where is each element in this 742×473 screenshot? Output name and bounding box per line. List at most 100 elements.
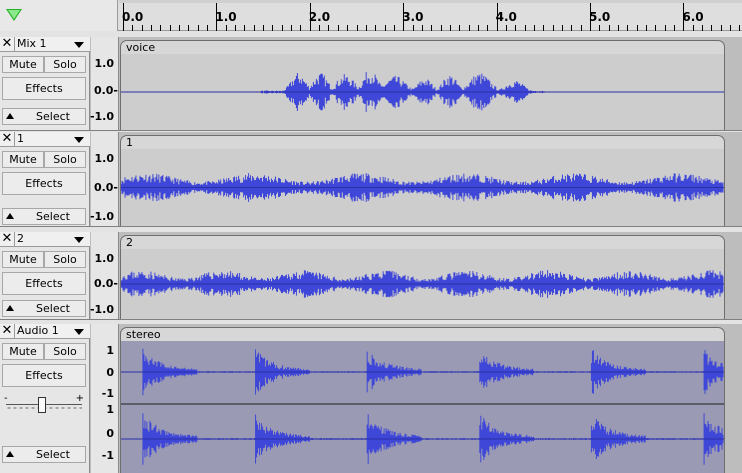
select-label: Select: [36, 448, 70, 461]
select-button[interactable]: Select: [2, 208, 86, 225]
ruler-tick: [561, 25, 563, 31]
collapse-icon[interactable]: [6, 305, 14, 311]
ruler-tick: [674, 25, 676, 31]
ruler-tick: [141, 25, 143, 31]
mute-button[interactable]: Mute: [2, 151, 44, 168]
track-name-label: 2: [17, 232, 24, 245]
ruler-tick: [505, 25, 507, 31]
track-right-gap: [725, 232, 742, 319]
ruler-tick: [730, 25, 732, 31]
waveform-display[interactable]: [120, 341, 725, 473]
close-track-icon[interactable]: ✕: [1, 232, 13, 246]
ruler-tick: [459, 25, 461, 31]
clip-area[interactable]: voice: [120, 37, 725, 130]
waveform-display[interactable]: [120, 149, 725, 226]
ruler-tick: [711, 25, 713, 31]
ruler-tick-label: 0.0: [122, 10, 144, 24]
clip-title-bar[interactable]: 1: [120, 135, 725, 149]
clip-area[interactable]: stereo: [120, 324, 725, 473]
solo-button[interactable]: Solo: [44, 151, 86, 168]
collapse-icon[interactable]: [6, 451, 14, 457]
waveform-display[interactable]: [120, 54, 725, 130]
track-right-gap: [725, 324, 742, 473]
waveform-display[interactable]: [120, 249, 725, 319]
track-2: ✕ 2 Mute Solo Effects Select 1.0 0.0- -1…: [0, 232, 742, 320]
pan-slider[interactable]: - +: [2, 393, 86, 414]
scale-bottom-label: -1.0: [89, 110, 114, 123]
ruler-tick: [515, 25, 517, 31]
close-track-icon[interactable]: ✕: [1, 37, 13, 51]
ruler-tick: [449, 25, 451, 31]
select-button[interactable]: Select: [2, 446, 86, 463]
vertical-scale: 1.0 0.0- -1.0: [89, 37, 119, 130]
select-button[interactable]: Select: [2, 300, 86, 317]
clip-title-bar[interactable]: voice: [120, 40, 725, 54]
track-name-menu[interactable]: Mix 1: [14, 37, 87, 51]
ruler-tick: [235, 25, 237, 31]
scale-bottom-label: -1.0: [89, 303, 114, 316]
vertical-scale: 1 0 -1 1 0 -1: [91, 324, 119, 473]
effects-button[interactable]: Effects: [2, 172, 86, 195]
mute-button[interactable]: Mute: [2, 343, 44, 360]
ruler-tick: [580, 25, 582, 31]
track-header: ✕ 1: [0, 132, 90, 147]
clip-name: 1: [126, 136, 133, 149]
ruler-tick: [618, 25, 620, 31]
ruler-tick-label: 5.0: [589, 10, 611, 24]
track-name-menu[interactable]: Audio 1: [14, 324, 87, 338]
collapse-icon[interactable]: [6, 213, 14, 219]
ruler-tick-label: 1.0: [215, 10, 237, 24]
track-name-menu[interactable]: 1: [14, 132, 87, 146]
play-position-icon[interactable]: [6, 9, 22, 21]
collapse-icon[interactable]: [6, 113, 14, 119]
ruler-tick: [272, 25, 274, 31]
ruler-tick: [524, 25, 526, 31]
solo-button[interactable]: Solo: [44, 343, 86, 360]
waveform: [121, 348, 724, 465]
ruler-tick: [365, 25, 367, 31]
ruler-tick: [468, 25, 470, 31]
ruler-tick: [393, 25, 395, 31]
ruler-tick: [197, 25, 199, 31]
clip-title-bar[interactable]: 2: [120, 235, 725, 249]
scale-top-label: 1.0: [94, 252, 115, 265]
mute-button[interactable]: Mute: [2, 251, 44, 268]
select-button[interactable]: Select: [2, 108, 86, 125]
effects-button[interactable]: Effects: [2, 77, 86, 100]
ruler-tick: [412, 25, 414, 31]
track-name-menu[interactable]: 2: [14, 232, 87, 246]
track-name-label: 1: [17, 132, 24, 145]
chevron-down-icon: [74, 329, 84, 335]
pan-left-label: -: [4, 393, 8, 404]
clip-area[interactable]: 1: [120, 132, 725, 226]
close-track-icon[interactable]: ✕: [1, 132, 13, 146]
solo-button[interactable]: Solo: [44, 56, 86, 73]
track-right-gap: [725, 132, 742, 226]
select-label: Select: [36, 110, 70, 123]
track-1: ✕ 1 Mute Solo Effects Select 1.0 0.0- -1…: [0, 132, 742, 227]
ruler-tick: [225, 25, 227, 31]
clip-area[interactable]: 2: [120, 232, 725, 319]
pan-slider-thumb[interactable]: [38, 397, 46, 413]
ruler-tick: [244, 25, 246, 31]
ruler-tick: [337, 25, 339, 31]
ruler-tick: [300, 25, 302, 31]
effects-button[interactable]: Effects: [2, 364, 86, 387]
timeline-ruler[interactable]: 0.0 1.0 2.0 3.0 4.0 5.0 6.0: [119, 0, 742, 31]
ruler-tick: [151, 25, 153, 31]
scale-mid-label: 0.0-: [93, 84, 118, 97]
clip-title-bar[interactable]: stereo: [120, 327, 725, 341]
close-track-icon[interactable]: ✕: [1, 324, 13, 338]
effects-button[interactable]: Effects: [2, 272, 86, 295]
select-label: Select: [36, 210, 70, 223]
mute-button[interactable]: Mute: [2, 56, 44, 73]
scale-mid-label: 0.0-: [93, 181, 118, 194]
ruler-corner: [0, 0, 118, 31]
solo-button[interactable]: Solo: [44, 251, 86, 268]
select-label: Select: [36, 302, 70, 315]
ruler-tick: [207, 25, 209, 31]
ruler-tick: [253, 25, 255, 31]
ruler-tick-label: 6.0: [682, 10, 704, 24]
pan-right-label: +: [75, 393, 84, 404]
track-name-label: Mix 1: [17, 37, 47, 50]
